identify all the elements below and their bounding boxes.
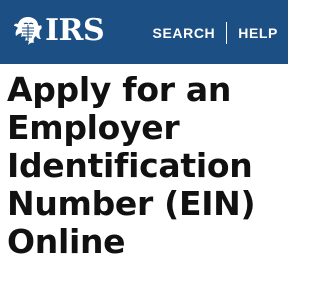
page-title: Apply for an Employer Identification Num… [7,70,256,261]
site-header: IRS SEARCH HELP [0,0,288,64]
irs-logo[interactable]: IRS [13,13,105,48]
logo-text: IRS [45,13,105,48]
header-nav: SEARCH HELP [153,22,278,44]
nav-divider [226,22,228,44]
search-link[interactable]: SEARCH [153,25,216,41]
help-link[interactable]: HELP [238,25,278,41]
irs-eagle-icon [14,17,42,45]
